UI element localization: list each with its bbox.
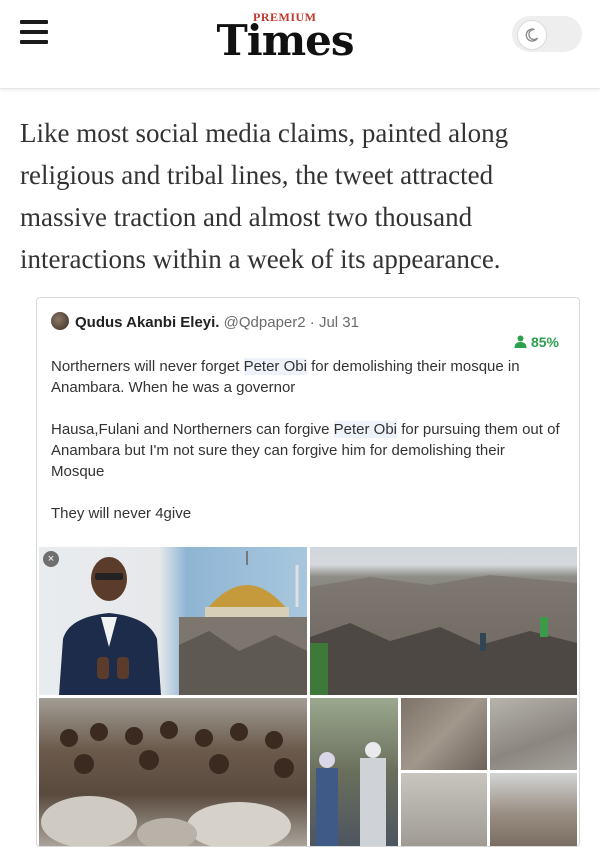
photo-crowd-street[interactable] <box>310 698 398 846</box>
article-paragraph: Like most social media claims, painted a… <box>20 118 509 274</box>
tweet-text-segment: Northerners will never forget <box>51 358 244 375</box>
avatar[interactable] <box>51 312 69 330</box>
score-value: 85% <box>530 334 559 350</box>
close-icon[interactable]: × <box>43 551 59 567</box>
site-header: PREMIUM Times <box>0 0 600 89</box>
person-icon <box>514 335 527 348</box>
photo-debris-closeup[interactable] <box>401 698 487 770</box>
photo-concrete-slab[interactable] <box>490 698 577 770</box>
tweet-author-name[interactable]: Qudus Akanbi Eleyi. <box>75 314 219 331</box>
photo-man-and-mosque-dome[interactable] <box>39 547 307 695</box>
highlighted-name[interactable]: Peter Obi <box>333 421 398 438</box>
highlighted-name[interactable]: Peter Obi <box>243 358 307 375</box>
score-badge: 85% <box>514 334 559 350</box>
site-logo[interactable]: PREMIUM Times <box>205 10 365 70</box>
photo-demolished-site[interactable] <box>310 547 577 695</box>
dark-mode-toggle[interactable] <box>512 16 582 52</box>
tweet-separator: · <box>309 314 315 331</box>
tweet-date[interactable]: Jul 31 <box>319 314 359 331</box>
tweet-paragraph-1: Northerners will never forget Peter Obi … <box>51 356 561 398</box>
hamburger-menu-icon[interactable] <box>20 20 48 46</box>
tweet-author-handle[interactable]: @Qdpaper2 <box>224 314 306 331</box>
tweet-paragraph-2: Hausa,Fulani and Northerners can forgive… <box>51 419 561 482</box>
tweet-embed[interactable]: Qudus Akanbi Eleyi. @Qdpaper2 · Jul 31 8… <box>36 297 580 847</box>
logo-times-text: Times <box>216 16 354 65</box>
photo-cleared-field[interactable] <box>490 773 577 846</box>
photo-damaged-wall[interactable] <box>401 773 487 846</box>
tweet-paragraph-3: They will never 4give <box>51 505 192 522</box>
moon-icon <box>517 20 547 50</box>
tweet-header: Qudus Akanbi Eleyi. @Qdpaper2 · Jul 31 <box>51 312 359 334</box>
photo-crowd-with-sacks[interactable] <box>39 698 307 846</box>
tweet-text-segment: Hausa,Fulani and Northerners can forgive <box>51 421 334 438</box>
tweet-body: Northerners will never forget Peter Obi … <box>51 356 561 545</box>
